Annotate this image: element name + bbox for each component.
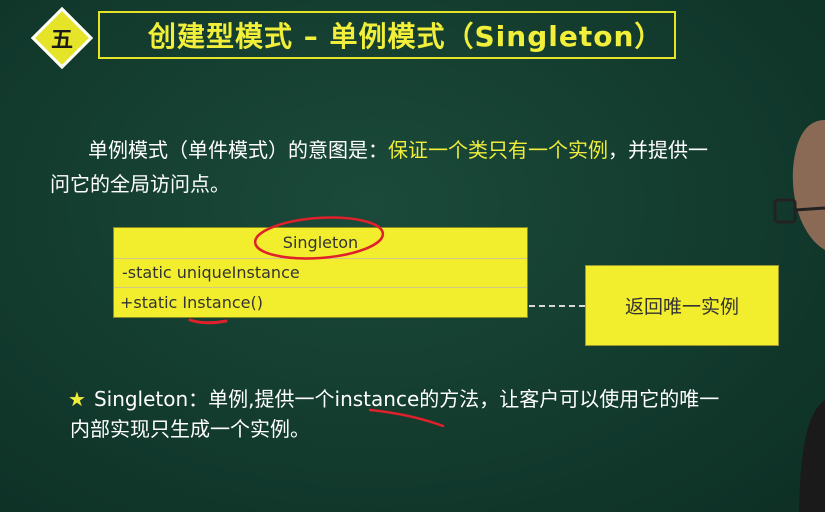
intent-highlight: 保证一个类只有一个实例 [388,138,608,162]
uml-note: 返回唯一实例 [585,265,779,346]
description-text-1: Singleton：单例,提供一个instance的方法，让客户可以使用它的唯一 [93,387,720,411]
star-icon: ★ [68,387,86,411]
intent-paragraph: 单例模式（单件模式）的意图是：保证一个类只有一个实例，并提供一 问它的全局访问点… [50,133,810,201]
uml-operation: +static Instance() [120,293,263,312]
uml-class-name: Singleton [282,233,359,252]
uml-attribute: -static uniqueInstance [122,263,300,282]
instance-underline [188,318,228,325]
intent-prefix: 单例模式（单件模式）的意图是： [88,138,388,162]
note-connector [529,305,585,307]
intent-line-1: 单例模式（单件模式）的意图是：保证一个类只有一个实例，并提供一 [50,133,810,167]
presenter-figure [773,120,825,512]
description-line-1: ★ Singleton：单例,提供一个instance的方法，让客户可以使用它的唯… [68,384,825,414]
uml-class-box: Singleton -static uniqueInstance +static… [113,227,528,318]
singleton-description: ★ Singleton：单例,提供一个instance的方法，让客户可以使用它的唯… [68,384,825,444]
section-number-badge: 五 [30,6,94,70]
description-line-2: 内部实现只生成一个实例。 [70,417,310,441]
intent-suffix: ，并提供一 [608,138,708,162]
slide-title: 创建型模式 – 单例模式（Singleton） [98,11,676,59]
section-number: 五 [50,28,73,53]
intent-line-2: 问它的全局访问点。 [50,172,230,196]
